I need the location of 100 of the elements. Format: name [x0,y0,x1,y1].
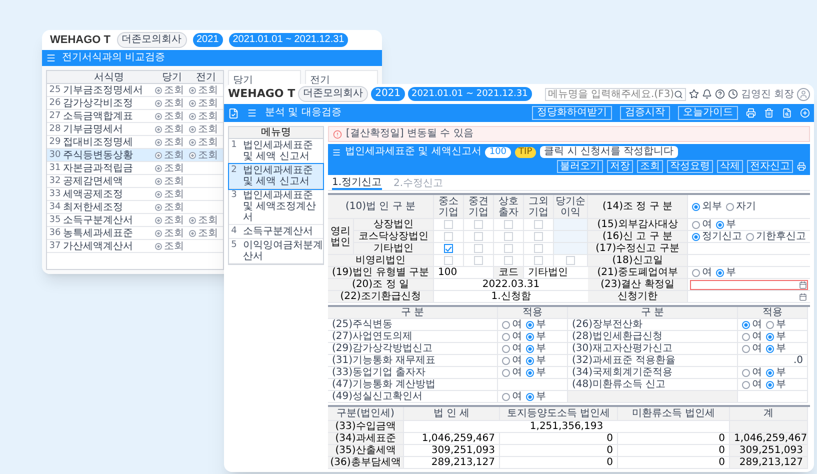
table-row[interactable]: 29 접대비조정명세 조회 조회 [47,136,223,149]
view-button[interactable]: 조회 [155,110,189,123]
tab[interactable]: 1.정기신고 [332,177,382,190]
radio-option[interactable]: 여 [502,390,522,402]
radio-option[interactable]: 정기신고 [692,230,742,242]
view-button[interactable]: 조회 [189,149,223,162]
menu-item[interactable]: 3 법인세과세표준 및 세액조정계산서 [229,189,323,225]
radio-option[interactable]: 여 [502,366,522,378]
amount-field[interactable]: 0 [618,433,730,445]
radio-option[interactable]: 부 [766,366,786,378]
radio-option[interactable]: 부 [716,218,736,230]
radio-option[interactable]: 여 [692,218,712,230]
view-button[interactable]: 조회 [189,123,223,136]
radio-option[interactable]: 여 [742,366,762,378]
view-button[interactable]: 조회 [189,227,223,240]
value-field[interactable]: 2022.03.31 [434,279,588,291]
print-icon[interactable] [797,162,806,171]
radio-option[interactable]: 부 [766,378,786,390]
print-icon[interactable] [746,108,756,118]
view-button[interactable]: 조회 [155,149,189,162]
amount-field[interactable]: 0 [500,457,618,469]
clock-icon[interactable] [728,89,738,99]
amount-field[interactable]: 0 [618,457,730,469]
view-button[interactable]: 조회 [155,175,189,188]
company-chip[interactable]: 더존모의회사 [116,32,186,48]
radio-option[interactable]: 부 [526,330,546,342]
radio-option[interactable]: 여 [742,318,762,330]
menu-item[interactable]: 2 법인세과세표준 및 세액 신고서 [229,164,323,189]
table-row[interactable]: 35 소득구분계산서 조회 조회 [47,214,223,227]
view-button[interactable]: 조회 [189,214,223,227]
radio-option[interactable]: 부 [526,342,546,354]
company-chip[interactable]: 더존모의회사 [298,86,368,102]
value-field[interactable]: 1.신청함 [434,291,588,303]
table-row[interactable]: 37 가산세액계산서 조회 [47,240,223,253]
table-row[interactable]: 27 소득금액합계표 조회 조회 [47,110,223,123]
view-button[interactable]: 조회 [189,136,223,149]
user-name[interactable]: 김영진 회장 [740,86,794,102]
radio-option[interactable]: 부 [766,318,786,330]
radio-option[interactable]: 여 [742,330,762,342]
radio-option[interactable]: 외부 [692,200,722,212]
table-row[interactable]: 34 최저한세조정 조회 [47,201,223,214]
menu-icon[interactable] [247,108,257,118]
calendar-icon[interactable] [799,280,807,288]
table-row[interactable]: 28 기부금명세서 조회 조회 [47,123,223,136]
view-button[interactable]: 조회 [189,97,223,110]
radio-option[interactable]: 여 [502,342,522,354]
amount-field[interactable]: 289,213,127 [404,457,500,469]
value-field[interactable]: .0 [738,354,807,366]
view-button[interactable]: 조회 [155,240,189,253]
radio-option[interactable]: 자기 [726,200,756,212]
avatar-icon[interactable] [797,88,810,100]
amount-field[interactable]: 0 [500,445,618,457]
search-field[interactable]: 메뉴명을 입력해주세요.(F3) [544,88,686,100]
table-row[interactable]: 32 공제감면세액 조회 [47,175,223,188]
radio-option[interactable]: 부 [766,330,786,342]
radio-option[interactable]: 부 [526,354,546,366]
view-button[interactable]: 조회 [155,123,189,136]
radio-option[interactable]: 부 [526,390,546,402]
menu-icon[interactable] [46,53,56,63]
radio-option[interactable]: 여 [502,354,522,366]
date-field[interactable] [690,280,808,290]
table-row[interactable]: 36 농특세과세표준 조회 조회 [47,227,223,240]
document-icon[interactable] [228,108,239,118]
menu-icon[interactable] [332,148,341,156]
star-icon[interactable] [688,89,699,99]
view-button[interactable]: 조회 [155,136,189,149]
amount-field[interactable]: 289,213,127 [730,457,808,469]
radio-option[interactable]: 여 [742,378,762,390]
help-icon[interactable] [714,89,725,99]
radio-option[interactable]: 여 [692,266,712,278]
radio-option[interactable]: 여 [502,330,522,342]
amount-field[interactable]: 0 [618,445,730,457]
view-button[interactable]: 조회 [155,97,189,110]
amount-field[interactable]: 309,251,093 [404,445,500,457]
menu-item[interactable]: 5 이익잉여금처분계산서 [229,239,323,264]
view-button[interactable]: 조회 [155,162,189,175]
table-row[interactable]: 31 자본금과적립금 조회 [47,162,223,175]
amount-field[interactable]: 0 [500,433,618,445]
table-row[interactable]: 25 기부금조정명세서 조회 조회 [47,84,223,97]
view-button[interactable]: 조회 [155,188,189,201]
radio-option[interactable]: 기한후신고 [746,230,806,242]
radio-option[interactable]: 여 [502,318,522,330]
table-row[interactable]: 33 세액공제조정 조회 [47,188,223,201]
amount-field[interactable]: 1,046,259,467 [404,433,500,445]
search-icon[interactable] [674,90,683,98]
radio-option[interactable]: 부 [526,318,546,330]
amount-field[interactable]: 309,251,093 [730,445,808,457]
radio-option[interactable]: 부 [526,366,546,378]
table-row[interactable]: 30 주식등변동상황 조회 조회 [47,149,223,162]
view-button[interactable]: 조회 [189,84,223,97]
menu-item[interactable]: 1 법인세과세표준 및 세액 신고서 [229,139,323,164]
calendar-icon[interactable] [799,292,807,300]
table-row[interactable]: 26 감가상각비조정 조회 조회 [47,97,223,110]
bell-icon[interactable] [702,89,712,99]
checkbox[interactable] [444,244,453,253]
file-search-icon[interactable] [782,108,792,118]
trash-icon[interactable] [764,108,774,118]
view-button[interactable]: 조회 [155,214,189,227]
plus-icon[interactable] [800,108,810,118]
amount-field[interactable]: 1,251,356,193 [404,421,730,433]
